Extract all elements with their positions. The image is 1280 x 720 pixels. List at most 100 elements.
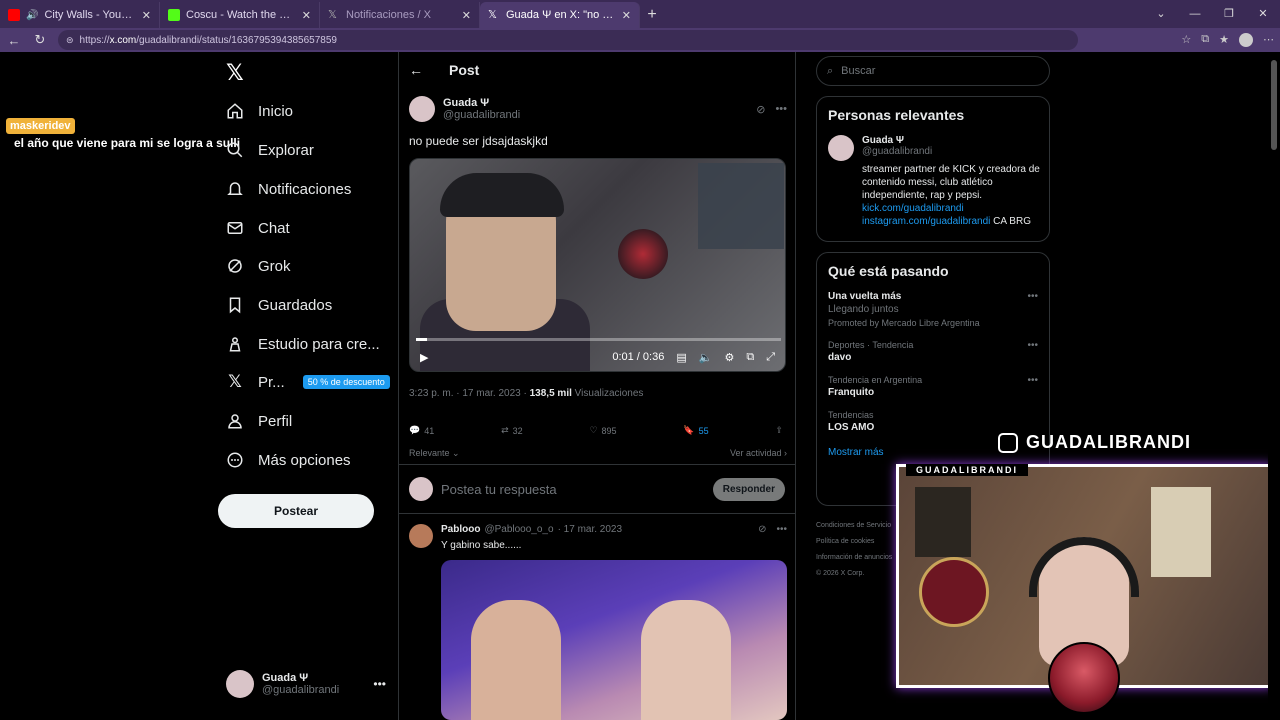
audio-icon[interactable]: 🔊 [26,10,38,21]
chevron-down-icon[interactable]: ⌄ [1144,0,1178,28]
profile-avatar[interactable] [1239,33,1253,47]
back-icon[interactable]: ← [6,33,22,48]
scrollbar-thumb[interactable] [1271,60,1277,150]
reply-author[interactable]: Pablooo [441,524,480,535]
reply-handle[interactable]: @Pablooo_o_o [484,524,553,535]
post-timestamp[interactable]: 3:23 p. m. · 17 mar. 2023 · [409,388,530,399]
play-icon[interactable]: ▶ [420,351,428,364]
post-button[interactable]: Postear [218,494,374,528]
collections-icon[interactable]: ★ [1219,33,1229,47]
close-tab-icon[interactable]: ✕ [302,9,311,22]
tab-kick[interactable]: Coscu - Watch the VOD on Kick ✕ [160,2,320,28]
nav-perfil[interactable]: Perfil [226,406,292,436]
more-icon[interactable]: ••• [1027,375,1038,386]
close-tab-icon[interactable]: ✕ [622,9,631,22]
restore-icon[interactable]: ❐ [1212,0,1246,28]
bio-link-kick[interactable]: kick.com/guadalibrandi [862,203,964,214]
author-name[interactable]: Guada Ψ [443,97,520,109]
trend-item[interactable]: Una vuelta más Llegando juntos Promoted … [828,291,1038,328]
footer-link[interactable]: Información de anuncios [816,550,892,566]
trend-item[interactable]: Deportes · Tendencia davo ••• [828,340,1038,363]
settings-icon[interactable]: ⚙ [724,351,734,364]
relevant-person[interactable]: Guada Ψ @guadalibrandi streamer partner … [828,135,1040,228]
site-info-icon[interactable]: ⊜ [66,35,74,46]
nav-notificaciones[interactable]: Notificaciones [226,174,351,204]
address-bar[interactable]: ⊜ https://x.com/guadalibrandi/status/163… [58,30,1078,50]
bell-icon [226,180,244,198]
more-icon[interactable]: ••• [1027,340,1038,351]
author-handle[interactable]: @guadalibrandi [443,109,520,121]
captions-icon[interactable]: ▤ [676,351,686,364]
video-cap [440,173,564,217]
pip-icon[interactable]: ⧉ [746,351,754,364]
share-button[interactable]: ⇪ [775,425,783,436]
nav-estudio[interactable]: Estudio para cre... [226,329,380,359]
reply-image[interactable] [441,560,787,720]
engagement-bar: 💬 41 ⇄ 32 ♡ 895 🔖 55 ⇪ [409,425,787,436]
reply-button[interactable]: 💬 41 [409,425,434,436]
avatar [226,670,254,698]
nav-label: Notificaciones [258,180,352,198]
bookmark-button[interactable]: 🔖 55 [683,425,708,436]
like-button[interactable]: ♡ 895 [589,425,616,436]
nav-premium[interactable]: 𝕏 Pr... 50 % de descuento [226,367,390,397]
bookmark-icon [226,296,244,314]
footer-link[interactable]: Política de cookies [816,534,892,550]
minimize-icon[interactable]: — [1178,0,1212,28]
kick-icon [168,9,180,21]
fullscreen-icon[interactable]: ⤢ [766,351,775,364]
video-progress-bar[interactable] [416,338,781,341]
x-logo-icon[interactable]: 𝕏 [226,60,244,86]
repost-button[interactable]: ⇄ 32 [501,425,523,436]
scrollbar[interactable] [1268,52,1280,720]
activity-label: Ver actividad [729,448,782,458]
back-arrow-icon[interactable]: ← [409,62,423,78]
grok-icon [226,257,244,275]
volume-icon[interactable]: 🔈 [699,351,713,364]
trend-category: Tendencia en Argentina [828,375,923,385]
activity-link[interactable]: Ver actividad › [730,448,787,459]
reply-input[interactable]: Postea tu respuesta [441,482,557,497]
left-nav: 𝕏 Inicio Explorar Notificaciones Chat Gr… [218,52,398,720]
trend-item[interactable]: Tendencias LOS AMO [828,410,1038,433]
nav-guardados[interactable]: Guardados [226,290,332,320]
sort-dropdown[interactable]: Relevante ⌄ [409,448,460,459]
grok-icon[interactable]: ⊘ [758,524,766,535]
close-tab-icon[interactable]: ✕ [462,9,471,22]
relevant-people-card: Personas relevantes Guada Ψ @guadalibran… [816,96,1050,242]
post-actions-top: ⊘ ••• [756,103,787,116]
nav-inicio[interactable]: Inicio [226,96,293,126]
cam-poster-wanted [1151,487,1211,577]
tab-title: Coscu - Watch the VOD on Kick [186,9,296,21]
responder-button[interactable]: Responder [712,477,785,501]
nav-chat[interactable]: Chat [226,213,290,243]
tab-notificaciones[interactable]: 𝕏 Notificaciones / X ✕ [320,2,480,28]
more-icon[interactable]: ••• [775,103,787,116]
refresh-icon[interactable]: ↻ [32,32,48,48]
more-icon[interactable]: ••• [1027,291,1038,302]
close-window-icon[interactable]: ✕ [1246,0,1280,28]
footer-link[interactable]: Condiciones de Servicio [816,518,892,534]
extensions-icon[interactable]: ⧉ [1201,33,1209,47]
tab-active-post[interactable]: 𝕏 Guada Ψ en X: "no puede ser jdsajdaskj… [480,2,640,28]
video-player[interactable]: ▶ 0:01 / 0:36 ▤ 🔈 ⚙ ⧉ ⤢ [409,158,786,372]
more-icon[interactable]: ••• [776,524,787,535]
grok-icon[interactable]: ⊘ [756,103,765,116]
account-switcher[interactable]: Guada Ψ @guadalibrandi ••• [226,670,386,698]
menu-icon[interactable]: ⋯ [1263,33,1274,47]
nav-label: Perfil [258,412,293,430]
nav-mas-opciones[interactable]: Más opciones [226,445,351,475]
favorites-icon[interactable]: ☆ [1181,33,1191,47]
search-input[interactable]: ⌕ Buscar [816,56,1050,86]
avatar[interactable] [409,96,435,122]
nav-explorar[interactable]: Explorar [226,135,314,165]
bio-link-instagram[interactable]: instagram.com/guadalibrandi [862,216,990,227]
nav-grok[interactable]: Grok [226,251,291,281]
avatar[interactable] [409,524,433,548]
close-tab-icon[interactable]: ✕ [142,9,151,22]
more-icon[interactable]: ••• [373,677,386,691]
trend-item[interactable]: Tendencia en Argentina Franquito ••• [828,375,1038,398]
tab-youtube[interactable]: 🔊 City Walls - YouTube ✕ [0,2,160,28]
new-tab-button[interactable]: + [640,2,664,28]
x-icon: 𝕏 [228,372,242,391]
